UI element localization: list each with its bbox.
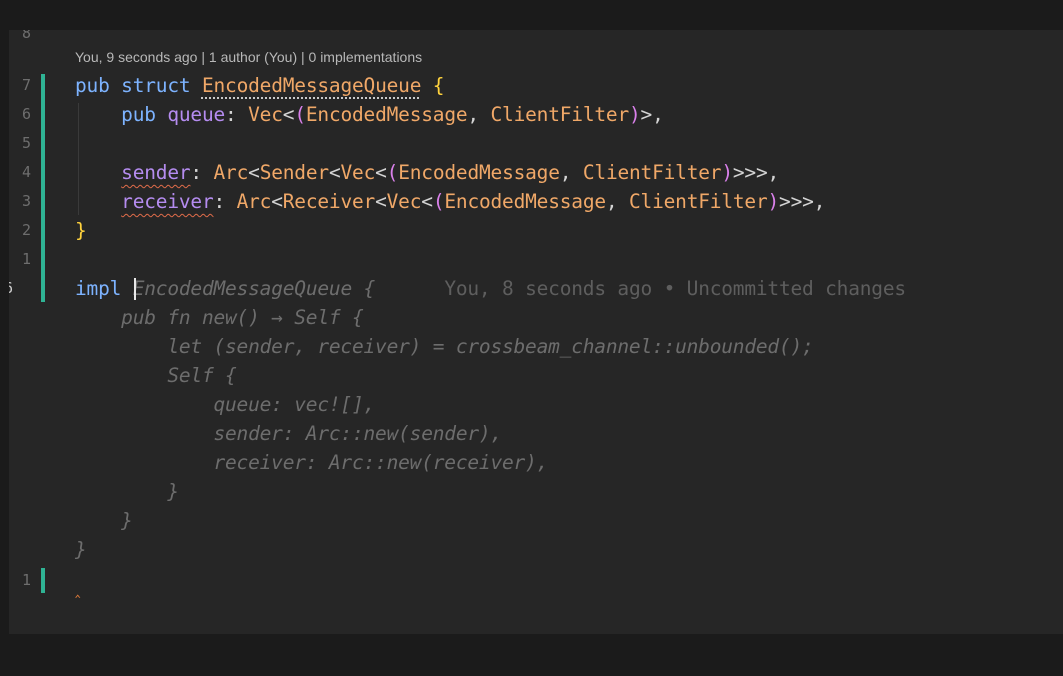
- punctuation: :: [225, 103, 249, 126]
- paren: (: [432, 190, 445, 213]
- closing-brace: }: [75, 219, 87, 242]
- type: ClientFilter: [582, 161, 722, 184]
- keyword: pub: [75, 74, 110, 97]
- punctuation: <: [282, 103, 295, 126]
- keyword: pub: [121, 103, 156, 126]
- git-added-marker[interactable]: [41, 74, 45, 302]
- ghost-suggestion: }: [75, 509, 133, 532]
- paren: ): [629, 103, 641, 126]
- code-line: pub queue: Vec<(EncodedMessage, ClientFi…: [75, 100, 664, 129]
- line-number: 5: [21, 134, 31, 152]
- punctuation: <: [271, 190, 283, 213]
- line-number: 4: [21, 163, 31, 181]
- line-number: 8: [21, 30, 31, 42]
- punctuation: <: [375, 161, 387, 184]
- line-number: 1: [21, 571, 31, 589]
- type: EncodedMessage: [398, 161, 560, 184]
- code-line: sender: Arc<Sender<Vec<(EncodedMessage, …: [75, 158, 779, 187]
- punctuation: <: [248, 161, 260, 184]
- ghost-suggestion: pub fn new() → Self {: [75, 306, 364, 329]
- punctuation: :: [190, 161, 214, 184]
- ghost-suggestion: let (sender, receiver) = crossbeam_chann…: [75, 335, 814, 358]
- type: Vec: [386, 190, 422, 213]
- type: Receiver: [282, 190, 376, 213]
- type: ClientFilter: [629, 190, 768, 213]
- code-line: receiver: Arc<Receiver<Vec<(EncodedMessa…: [75, 187, 825, 216]
- keyword: impl: [75, 277, 122, 300]
- ghost-suggestion: }: [75, 538, 87, 561]
- ghost-suggestion: EncodedMessageQueue {: [132, 277, 376, 300]
- line-number: 1: [21, 250, 31, 268]
- line-number: 2: [21, 221, 31, 239]
- ghost-suggestion: }: [75, 480, 179, 503]
- error-squiggle-icon: ‸: [75, 579, 81, 598]
- paren: (: [294, 103, 306, 126]
- line-number: 3: [21, 192, 31, 210]
- text-cursor: [134, 278, 136, 300]
- ghost-suggestion: receiver: Arc::new(receiver),: [75, 451, 549, 474]
- code-line-current: impl EncodedMessageQueue { You, 8 second…: [75, 274, 906, 303]
- punctuation: :: [213, 190, 237, 213]
- punctuation: <: [421, 190, 433, 213]
- field-name: queue: [167, 103, 226, 126]
- paren: ): [721, 161, 733, 184]
- field-name-error: sender: [121, 161, 191, 184]
- punctuation: <: [328, 161, 341, 184]
- brace: {: [432, 74, 445, 97]
- type: Sender: [259, 161, 329, 184]
- line-number: 7: [21, 76, 31, 94]
- paren: (: [386, 161, 399, 184]
- type: EncodedMessage: [305, 103, 468, 126]
- struct-name: EncodedMessageQueue: [201, 74, 422, 97]
- git-added-marker[interactable]: [41, 568, 45, 593]
- punctuation: ,: [467, 103, 491, 126]
- punctuation: ,: [559, 161, 583, 184]
- type: Vec: [248, 103, 283, 126]
- type: ClientFilter: [490, 103, 630, 126]
- punctuation: ,: [605, 190, 630, 213]
- punctuation: >>>,: [732, 161, 780, 184]
- type: EncodedMessage: [444, 190, 606, 213]
- codelens-blame[interactable]: You, 9 seconds ago | 1 author (You) | 0 …: [75, 49, 422, 65]
- ghost-suggestion: sender: Arc::new(sender),: [75, 422, 502, 445]
- code-editor[interactable]: 8 7 6 5 4 3 2 1 .6 1 You, 9 seconds ago …: [9, 30, 1063, 634]
- line-number: 6: [21, 105, 31, 123]
- type: Arc: [236, 190, 272, 213]
- ghost-suggestion: queue: vec![],: [75, 393, 376, 416]
- inline-blame: You, 8 seconds ago • Uncommitted changes: [444, 277, 906, 300]
- type: Vec: [340, 161, 376, 184]
- type: Arc: [213, 161, 249, 184]
- punctuation: >>>,: [779, 190, 826, 213]
- keyword: struct: [121, 74, 191, 97]
- punctuation: <: [375, 190, 387, 213]
- field-name-error: receiver: [121, 190, 214, 213]
- ghost-suggestion: Self {: [75, 364, 237, 387]
- line-number-current: .6: [9, 274, 21, 303]
- punctuation: >,: [640, 103, 664, 126]
- paren: ): [767, 190, 780, 213]
- code-line: pub struct EncodedMessageQueue {: [75, 71, 445, 100]
